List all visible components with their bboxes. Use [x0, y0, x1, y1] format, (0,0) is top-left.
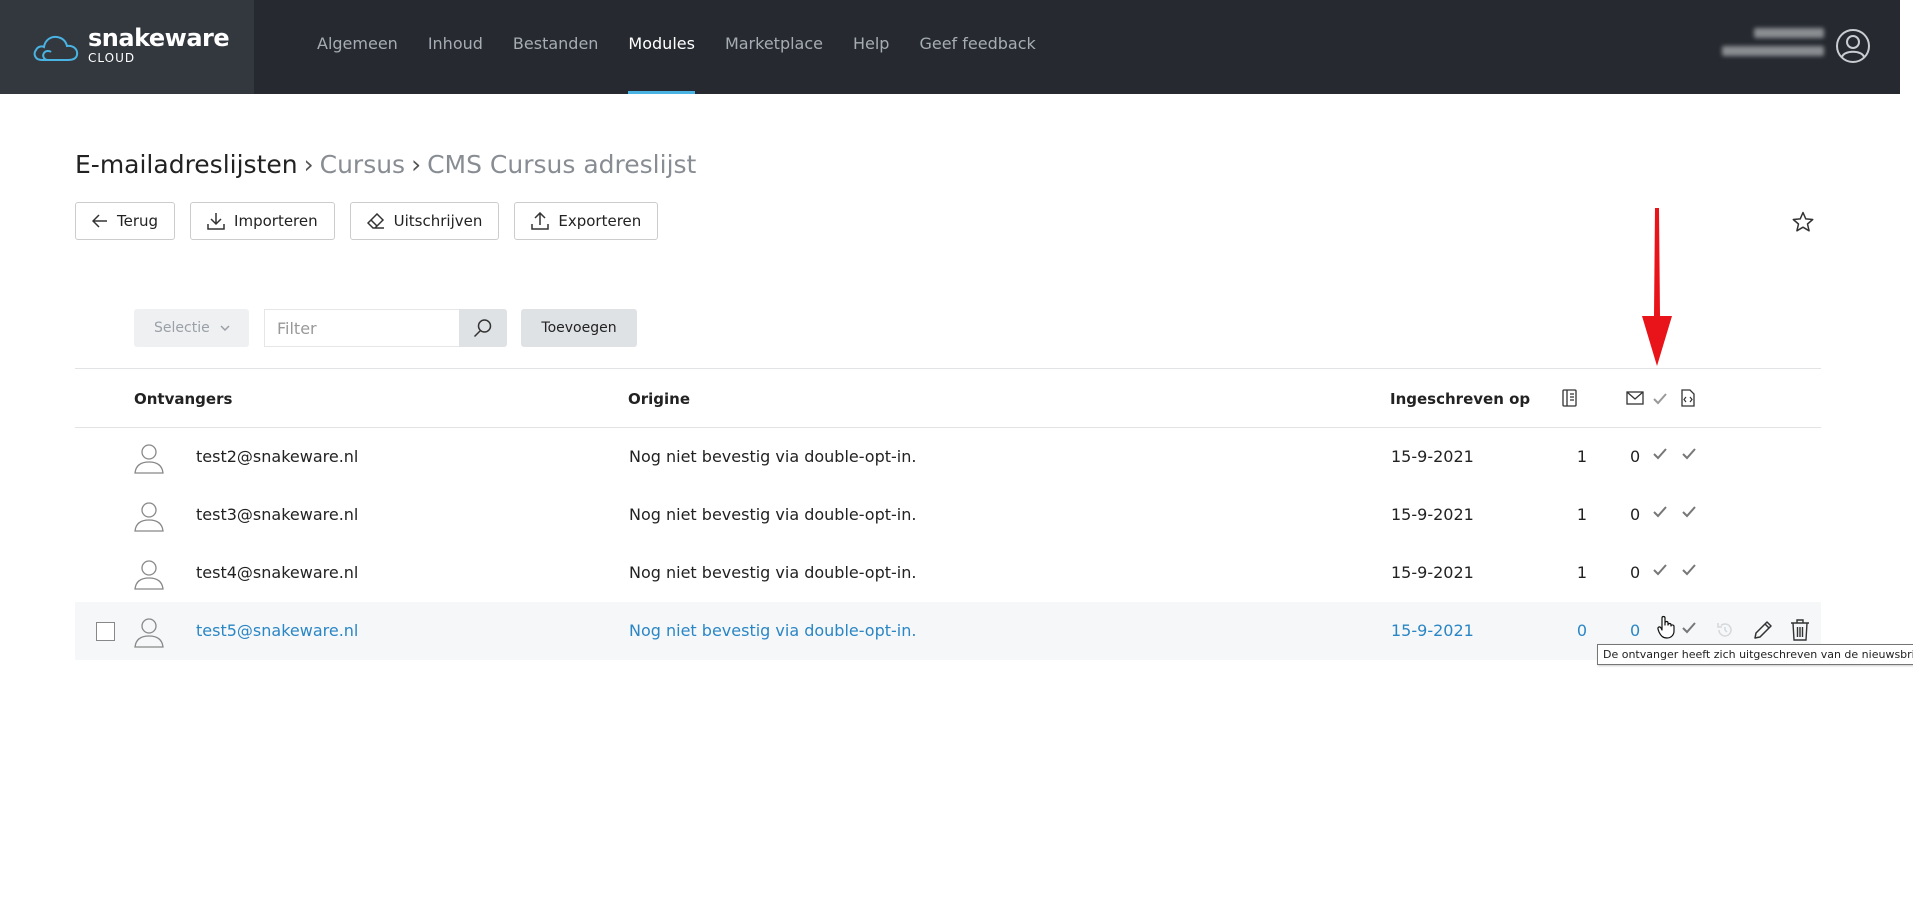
breadcrumb-level1[interactable]: Cursus: [320, 150, 405, 179]
user-avatar-icon[interactable]: [1835, 28, 1871, 64]
mail-column-icon: [1626, 391, 1644, 405]
table-header: Ontvangers Origine Ingeschreven op: [75, 368, 1821, 428]
import-label: Importeren: [234, 212, 318, 230]
pencil-icon[interactable]: [1753, 620, 1773, 640]
download-icon: [207, 213, 225, 230]
header-recipients[interactable]: Ontvangers: [134, 390, 232, 408]
trash-icon[interactable]: [1790, 619, 1810, 641]
check-icon: [1653, 564, 1667, 576]
nav-item-marketplace[interactable]: Marketplace: [710, 0, 838, 94]
recipient-origin: Nog niet bevestig via double-opt-in.: [629, 563, 917, 582]
header-origin[interactable]: Origine: [628, 390, 690, 408]
recipient-email: test3@snakeware.nl: [196, 505, 359, 524]
row-checkbox[interactable]: [96, 622, 115, 641]
add-button[interactable]: Toevoegen: [521, 309, 637, 347]
selection-label: Selectie: [154, 320, 210, 336]
nav-item-modules[interactable]: Modules: [613, 0, 710, 94]
table-row[interactable]: test5@snakeware.nl Nog niet bevestig via…: [75, 602, 1821, 660]
breadcrumb-separator: ›: [411, 150, 422, 179]
action-toolbar: Terug Importeren Uitschrijven Exporteren: [75, 202, 673, 240]
top-bar: snakeware CLOUD Algemeen Inhoud Bestande…: [0, 0, 1900, 94]
filter-input[interactable]: [264, 309, 460, 347]
user-icon: [134, 444, 164, 474]
import-button[interactable]: Importeren: [190, 202, 335, 240]
breadcrumb-root[interactable]: E-mailadreslijsten: [75, 150, 298, 179]
recipient-count: 1: [1576, 563, 1588, 582]
table-row[interactable]: test3@snakeware.nl Nog niet bevestig via…: [75, 486, 1821, 544]
tooltip: De ontvanger heeft zich uitgeschreven va…: [1597, 644, 1913, 665]
recipient-date: 15-9-2021: [1391, 505, 1474, 524]
recipient-mail-count: 0: [1630, 505, 1641, 524]
code-file-column-icon: [1681, 389, 1695, 407]
check-icon: [1682, 448, 1696, 460]
recipient-email: test2@snakeware.nl: [196, 447, 359, 466]
recipient-origin: Nog niet bevestig via double-opt-in.: [629, 447, 917, 466]
breadcrumb: E-mailadreslijsten › Cursus › CMS Cursus adr…: [75, 150, 696, 179]
recipient-count: 1: [1576, 447, 1588, 466]
check-icon: [1682, 506, 1696, 518]
recipient-date[interactable]: 15-9-2021: [1391, 621, 1474, 640]
brand-name: snakeware: [88, 24, 230, 52]
unsubscribe-label: Uitschrijven: [393, 212, 483, 230]
recipient-date: 15-9-2021: [1391, 447, 1474, 466]
header-subscribed-on[interactable]: Ingeschreven op: [1390, 390, 1530, 408]
recipient-origin: Nog niet bevestig via double-opt-in.: [629, 505, 917, 524]
recipient-email: test4@snakeware.nl: [196, 563, 359, 582]
chevron-down-icon: [220, 325, 230, 331]
check-column-icon: [1653, 393, 1667, 405]
check-icon: [1682, 564, 1696, 576]
recipient-count[interactable]: 0: [1572, 621, 1592, 640]
table-row[interactable]: test4@snakeware.nl Nog niet bevestig via…: [75, 544, 1821, 602]
nav-item-help[interactable]: Help: [838, 0, 904, 94]
recipient-count: 1: [1576, 505, 1588, 524]
nav-item-bestanden[interactable]: Bestanden: [498, 0, 614, 94]
recipient-email[interactable]: test5@snakeware.nl: [196, 621, 358, 640]
search-button[interactable]: [459, 309, 507, 347]
search-icon: [473, 319, 492, 338]
main-nav: Algemeen Inhoud Bestanden Modules Market…: [302, 0, 1051, 94]
breadcrumb-level2: CMS Cursus adreslijst: [427, 150, 697, 179]
nav-item-inhoud[interactable]: Inhoud: [413, 0, 498, 94]
arrow-left-icon: [92, 214, 107, 228]
recipients-table: Ontvangers Origine Ingeschreven op test2…: [75, 368, 1821, 660]
upload-icon: [531, 212, 550, 230]
cloud-logo-icon: [33, 35, 79, 61]
nav-item-algemeen[interactable]: Algemeen: [302, 0, 413, 94]
history-icon[interactable]: [1716, 621, 1734, 639]
breadcrumb-separator: ›: [303, 150, 314, 179]
check-icon: [1653, 448, 1667, 460]
user-name-blurred[interactable]: [1722, 28, 1824, 64]
back-button[interactable]: Terug: [75, 202, 176, 240]
user-icon: [134, 560, 164, 590]
user-icon: [134, 618, 164, 648]
red-arrow-annotation: [1642, 208, 1672, 366]
selection-dropdown[interactable]: Selectie: [134, 309, 249, 347]
recipient-mail-count[interactable]: 0: [1630, 621, 1640, 640]
user-icon: [134, 502, 164, 532]
newsletter-column-icon: [1562, 389, 1577, 407]
export-button[interactable]: Exporteren: [514, 202, 659, 240]
brand-sub: CLOUD: [88, 51, 136, 65]
recipient-origin[interactable]: Nog niet bevestig via double-opt-in.: [629, 621, 916, 640]
unsubscribe-button[interactable]: Uitschrijven: [349, 202, 500, 240]
eraser-icon: [366, 213, 384, 229]
table-row[interactable]: test2@snakeware.nl Nog niet bevestig via…: [75, 428, 1821, 486]
logo[interactable]: snakeware CLOUD: [0, 0, 254, 94]
favorite-star-icon[interactable]: [1792, 211, 1814, 233]
check-icon: [1682, 622, 1696, 634]
recipient-mail-count: 0: [1630, 563, 1641, 582]
check-icon: [1653, 506, 1667, 518]
export-label: Exporteren: [558, 212, 642, 230]
nav-item-feedback[interactable]: Geef feedback: [904, 0, 1050, 94]
hand-cursor-icon: [1657, 615, 1675, 639]
recipient-date: 15-9-2021: [1391, 563, 1474, 582]
recipient-mail-count: 0: [1630, 447, 1641, 466]
back-label: Terug: [117, 212, 159, 230]
